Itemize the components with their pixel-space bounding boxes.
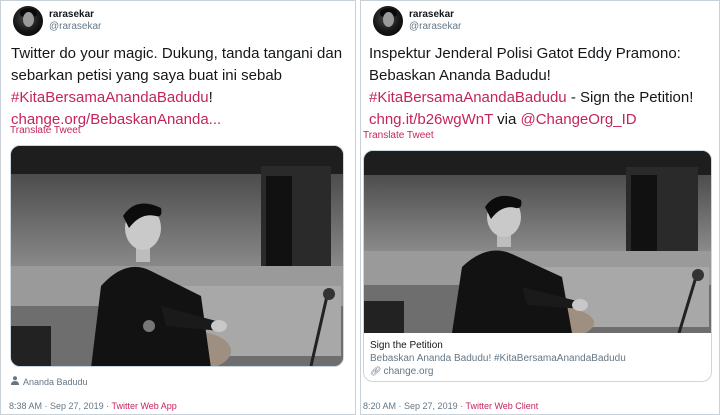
person-icon — [11, 376, 20, 387]
card-meta: Sign the Petition Bebaskan Ananda Badudu… — [370, 339, 626, 378]
hashtag-link[interactable]: #KitaBersamaAnandaBadudu — [11, 89, 209, 106]
text-segment: Inspektur Jenderal Polisi Gatot Eddy Pra… — [369, 45, 681, 62]
text-segment: - Sign the Petition! — [566, 89, 694, 106]
photo-illustration — [364, 151, 711, 333]
tweet-date[interactable]: Sep 27, 2019 — [404, 401, 458, 411]
tweet-source[interactable]: Twitter Web App — [111, 401, 176, 411]
tweet-line: Inspektur Jenderal Polisi Gatot Eddy Pra… — [369, 43, 693, 65]
author-name[interactable]: rarasekar — [409, 9, 454, 20]
translate-tweet-link[interactable]: Translate Tweet — [363, 130, 434, 141]
tweet-text: Twitter do your magic. Dukung, tanda tan… — [11, 43, 342, 131]
tweet-footer: 8:38 AM · Sep 27, 2019 · Twitter Web App — [9, 401, 177, 411]
avatar[interactable] — [13, 6, 43, 36]
text-segment: Twitter do your magic. Dukung, tanda tan… — [11, 45, 343, 62]
tweet-line: sebarkan petisi yang saya buat ini sebab — [11, 65, 342, 87]
tweet-right: rarasekar @rarasekar Inspektur Jenderal … — [360, 0, 720, 415]
text-segment: Bebaskan Ananda Badudu! — [369, 67, 551, 84]
tweet-footer: 8:20 AM · Sep 27, 2019 · Twitter Web Cli… — [363, 401, 538, 411]
tweet-text: Inspektur Jenderal Polisi Gatot Eddy Pra… — [369, 43, 693, 131]
tweet-photo[interactable] — [10, 145, 344, 367]
tweet-date[interactable]: Sep 27, 2019 — [50, 401, 104, 411]
tweet-line: #KitaBersamaAnandaBadudu - Sign the Peti… — [369, 87, 693, 109]
author-name[interactable]: rarasekar — [49, 9, 94, 20]
hashtag-link[interactable]: #KitaBersamaAnandaBadudu — [369, 89, 567, 106]
tweet-time[interactable]: 8:20 AM — [363, 401, 396, 411]
tweet-source[interactable]: Twitter Web Client — [465, 401, 538, 411]
link-preview-card[interactable]: Sign the Petition Bebaskan Ananda Badudu… — [363, 150, 712, 382]
card-title: Sign the Petition — [370, 340, 443, 351]
tweet-line: Twitter do your magic. Dukung, tanda tan… — [11, 43, 342, 65]
screenshot-collage: rarasekar @rarasekar Twitter do your mag… — [0, 0, 720, 415]
card-site: 🔗︎ change.org — [370, 365, 626, 378]
author-handle[interactable]: @rarasekar — [409, 21, 461, 32]
author-handle[interactable]: @rarasekar — [49, 21, 101, 32]
short-link[interactable]: chng.it/b26wgWnT — [369, 111, 493, 128]
card-description: Bebaskan Ananda Badudu! #KitaBersamaAnan… — [370, 353, 626, 364]
separator: · — [42, 401, 51, 411]
avatar[interactable] — [373, 6, 403, 36]
photo-illustration — [11, 146, 343, 366]
tweet-line: Bebaskan Ananda Badudu! — [369, 65, 693, 87]
tweet-time[interactable]: 8:38 AM — [9, 401, 42, 411]
tagged-user-name: Ananda Badudu — [23, 377, 88, 387]
link-icon: 🔗︎ — [370, 366, 382, 376]
translate-tweet-link[interactable]: Translate Tweet — [10, 125, 81, 136]
separator: · — [396, 401, 405, 411]
text-segment: via — [492, 111, 521, 128]
tweet-line: #KitaBersamaAnandaBadudu! — [11, 87, 342, 109]
card-photo — [364, 151, 711, 333]
text-segment: ! — [208, 89, 213, 106]
card-site-name: change.org — [383, 366, 434, 377]
text-segment: sebarkan petisi yang saya buat ini sebab — [11, 67, 283, 84]
tweet-left: rarasekar @rarasekar Twitter do your mag… — [0, 0, 356, 415]
tweet-line: chng.it/b26wgWnT via @ChangeOrg_ID — [369, 109, 693, 131]
mention-link[interactable]: @ChangeOrg_ID — [520, 111, 636, 128]
tagged-user[interactable]: Ananda Badudu — [11, 376, 88, 387]
